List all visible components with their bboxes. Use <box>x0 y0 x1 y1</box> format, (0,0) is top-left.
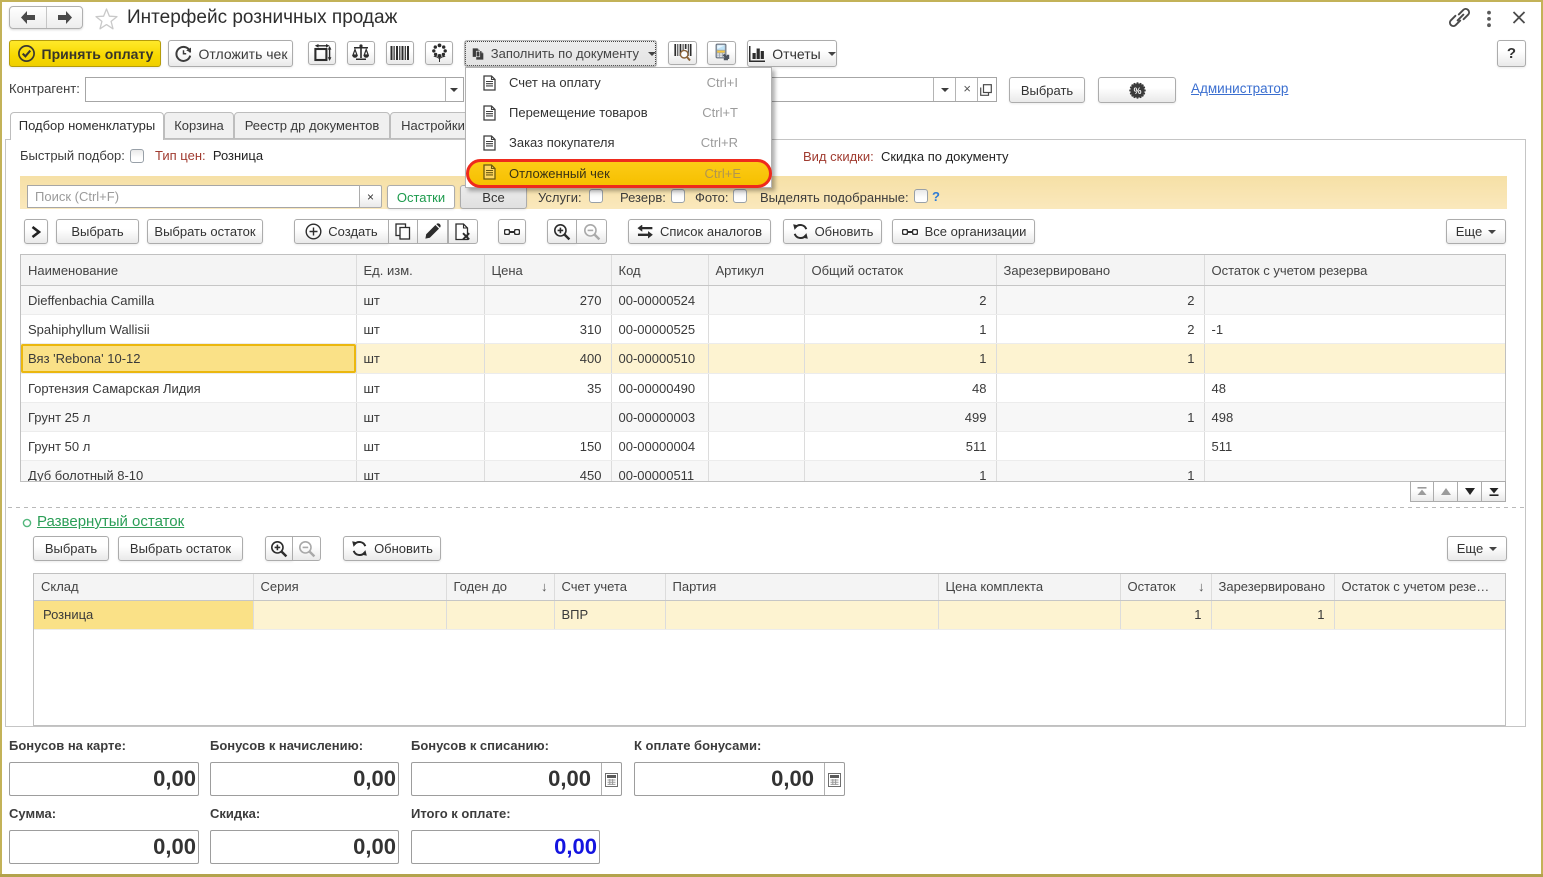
svg-text:%: % <box>1133 85 1141 95</box>
